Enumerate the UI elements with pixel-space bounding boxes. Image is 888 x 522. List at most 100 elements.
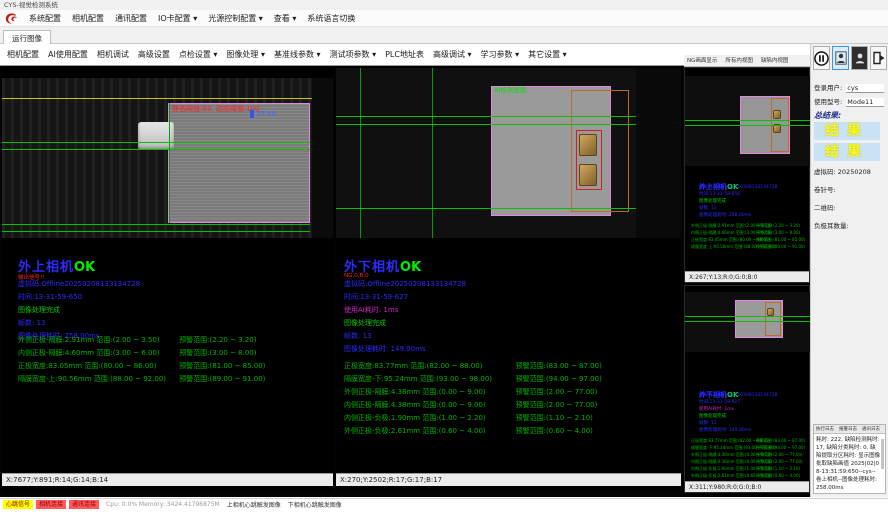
login-user-value[interactable]: cys xyxy=(846,84,884,93)
info-line: 图像处理耗时: 149.00ms xyxy=(344,343,466,356)
exit-button[interactable] xyxy=(870,46,887,70)
measurement-row: 正极宽度:83.77mm 范围:(82.00 ~ 88.00) 预警范围:(83… xyxy=(691,438,809,445)
camera-image-lower[interactable]: AI检测画面 xyxy=(336,68,681,238)
measurement-row: 外侧正极-隔膜:4.38mm 范围:(0.00 ~ 9.00) 预警范围:(2.… xyxy=(344,387,674,400)
measurement-text: 内侧正极-隔膜:4.60mm 范围:(3.00 ~ 6.00) xyxy=(18,348,160,358)
camera-panel-lower[interactable]: AI检测画面 外下相机OK NG:0,B:0 虚拟码:Offline202502… xyxy=(336,68,681,492)
info-line: 使用AI耗时: 1ms xyxy=(344,304,466,317)
tab-strip: 运行图像 xyxy=(0,27,888,44)
menu-item[interactable]: 系统配置 xyxy=(29,13,61,24)
ng-image-top xyxy=(685,76,811,166)
ng-display-bottom[interactable]: 外下相机OK 虚拟码:Offline20250208133134728时间:13… xyxy=(684,285,810,493)
toolbar-item[interactable]: 基准线参数 ▾ xyxy=(274,49,321,60)
ai-detect-label: AI检测画面 xyxy=(494,84,526,94)
warning-range: 预警范围:(94.00 ~ 97.00) xyxy=(516,374,602,384)
menu-item[interactable]: 光源控制配置 ▾ xyxy=(208,13,263,24)
ng-info-top: 虚拟码:Offline20250208133134728时间:13-31-59-… xyxy=(699,184,777,219)
measurement-row: 隔膜宽度-下:95.24mm 范围:(93.00 ~ 98.00) 预警范围:(… xyxy=(691,445,809,452)
login-user-icon xyxy=(835,51,847,65)
user-button[interactable] xyxy=(851,46,868,70)
warning-range: 预警范围:(81.00 ~ 85.00) xyxy=(756,237,805,243)
sidebar-field-list: 虚拟码: 20250208 卷针号: 二维码: 负极耳数量: xyxy=(811,166,888,238)
title-bar: CYS-视觉检测系统 xyxy=(0,0,888,10)
measurement-row: 内侧正极-隔膜:4.38mm 范围:(0.00 ~ 9.00) 预警范围:(2.… xyxy=(691,459,809,466)
camera-image-upper[interactable]: 静态阈值:93, 动态阈值:100 25.68 xyxy=(2,78,333,238)
toolbar-item[interactable]: 相机调试 xyxy=(97,49,129,60)
measurement-row: 外侧正极-隔膜:4.38mm 范围:(0.00 ~ 9.00) 预警范围:(2.… xyxy=(691,452,809,459)
log-tab[interactable]: 执行日志 xyxy=(814,425,836,433)
toolbar-item[interactable]: 高级设置 xyxy=(138,49,170,60)
pixel-status-upper: X:7677;Y:891;R:14;G:14;B:14 xyxy=(2,473,333,486)
toolbar-item[interactable]: 高级调试 ▾ xyxy=(433,49,472,60)
toolbar-item[interactable]: 图像处理 ▾ xyxy=(226,49,265,60)
login-user-button[interactable] xyxy=(832,46,849,70)
log-scrollbar[interactable] xyxy=(881,439,884,469)
measurement-text: 外侧正极-负极:2.61mm 范围:(0.60 ~ 4.00) xyxy=(344,426,486,436)
log-tab[interactable]: 报警日志 xyxy=(837,425,859,433)
warning-range: 预警范围:(2.20 ~ 3.20) xyxy=(179,335,256,345)
ng-display-top[interactable]: 外上相机OK 虚拟码:Offline20250208133134728时间:13… xyxy=(684,67,810,283)
toolbar-item[interactable]: 点检设置 ▾ xyxy=(179,49,218,60)
warning-range: 预警范围:(0.60 ~ 4.00) xyxy=(516,426,593,436)
info-line: 时间:13-31-59-650 xyxy=(18,291,140,304)
electrode-region-overlay xyxy=(168,103,310,223)
baseline-line xyxy=(336,116,636,117)
login-user-label: 登录用户: xyxy=(814,84,842,92)
info-line: 虚拟码:Offline20250208133134728 xyxy=(18,278,140,291)
field-label: 卷针号: xyxy=(814,186,836,194)
model-value[interactable]: Mode11 xyxy=(846,98,884,107)
baseline-line xyxy=(336,208,636,209)
toolbar-item[interactable]: 其它设置 ▾ xyxy=(528,49,567,60)
main-workspace: 静态阈值:93, 动态阈值:100 25.68 外上相机OK 输出信号!! 虚拟… xyxy=(0,66,810,497)
toolbar-item[interactable]: PLC地址表 xyxy=(385,49,424,60)
measurement-text: 正极宽度:83.77mm 范围:(82.00 ~ 88.00) xyxy=(344,361,482,371)
camera-info-lower: 虚拟码:Offline20250208133134728时间:13-31-59-… xyxy=(344,278,466,356)
sidebar-field: 虚拟码: 20250208 xyxy=(814,166,888,176)
log-tab[interactable]: 通讯日志 xyxy=(860,425,882,433)
login-user-field: 登录用户: cys xyxy=(814,82,884,93)
menu-item[interactable]: 相机配置 xyxy=(72,13,104,24)
log-tab-strip: 执行日志报警日志通讯日志 xyxy=(814,425,885,434)
ng-tab[interactable]: 所有内视图 xyxy=(722,55,756,66)
baseline-line xyxy=(685,120,811,121)
toolbar-item[interactable]: 学习参数 ▾ xyxy=(481,49,520,60)
field-label: 二维码: xyxy=(814,204,836,212)
warning-range: 预警范围:(2.00 ~ 77.00) xyxy=(756,452,803,458)
measurement-text: 内侧正极-负极:1.90mm 范围:(1.00 ~ 2.20) xyxy=(344,413,486,423)
ng-measurements-bottom: 正极宽度:83.77mm 范围:(82.00 ~ 88.00) 预警范围:(83… xyxy=(691,438,809,480)
warning-range: 预警范围:(83.00 ~ 87.00) xyxy=(756,438,805,444)
menu-item[interactable]: IO卡配置 ▾ xyxy=(158,13,197,24)
toolbar-item[interactable]: 相机配置 xyxy=(7,49,39,60)
toolbar-item[interactable]: AI使用配置 xyxy=(48,49,88,60)
ng-tab[interactable]: NG画面显示 xyxy=(684,55,720,66)
info-line: 图像处理完成 xyxy=(18,304,140,317)
ng-tab[interactable]: 缺陷内视图 xyxy=(758,55,792,66)
info-line: 帧数: 13 xyxy=(18,317,140,330)
log-panel: 执行日志报警日志通讯日志 耗时: 222, 缺陷检测耗时: 17, 缺陷分类耗时… xyxy=(813,424,886,494)
baseline-line xyxy=(685,321,811,322)
toolbar-item[interactable]: 测试项参数 ▾ xyxy=(330,49,377,60)
tab-feature xyxy=(773,110,781,119)
menu-item[interactable]: 系统语言切换 xyxy=(307,13,355,24)
edge-line xyxy=(432,68,433,238)
menu-item[interactable]: 通讯配置 xyxy=(115,13,147,24)
warning-range: 预警范围:(3.00 ~ 8.00) xyxy=(179,348,256,358)
result-ok-label: OK xyxy=(74,260,95,275)
measure-flag-label: 25.68 xyxy=(250,110,276,118)
result-display-bottom: 结果 xyxy=(814,143,880,161)
sidebar-field: 二维码: xyxy=(814,202,888,212)
log-text[interactable]: 耗时: 222, 缺陷检测耗时: 17, 缺陷分类耗时: 0, 缺陷提取分区耗时… xyxy=(814,434,885,494)
camera-panel-upper[interactable]: 静态阈值:93, 动态阈值:100 25.68 外上相机OK 输出信号!! 虚拟… xyxy=(2,68,333,492)
threshold-label: 静态阈值:93, 动态阈值:100 xyxy=(172,104,259,114)
menu-item[interactable]: 查看 ▾ xyxy=(274,13,297,24)
warning-range: 预警范围:(83.00 ~ 87.00) xyxy=(516,361,602,371)
warning-range: 预警范围:(89.00 ~ 91.00) xyxy=(179,374,265,384)
warning-range: 预警范围:(2.00 ~ 77.00) xyxy=(756,459,803,465)
tab-run-image[interactable]: 运行图像 xyxy=(3,30,51,44)
measurement-row: 隔膜宽度-上:90.56mm 范围:(88.00 ~ 92.00) 预警范围:(… xyxy=(691,244,809,251)
model-label: 使用型号: xyxy=(814,98,842,106)
info-line: 使用AI耗时: 1ms xyxy=(699,406,777,413)
pause-button[interactable] xyxy=(813,46,830,70)
pause-icon xyxy=(814,51,829,66)
ng-pixel-status-top: X:267;Y:13;R:0;G:0;B:0 xyxy=(685,271,809,282)
